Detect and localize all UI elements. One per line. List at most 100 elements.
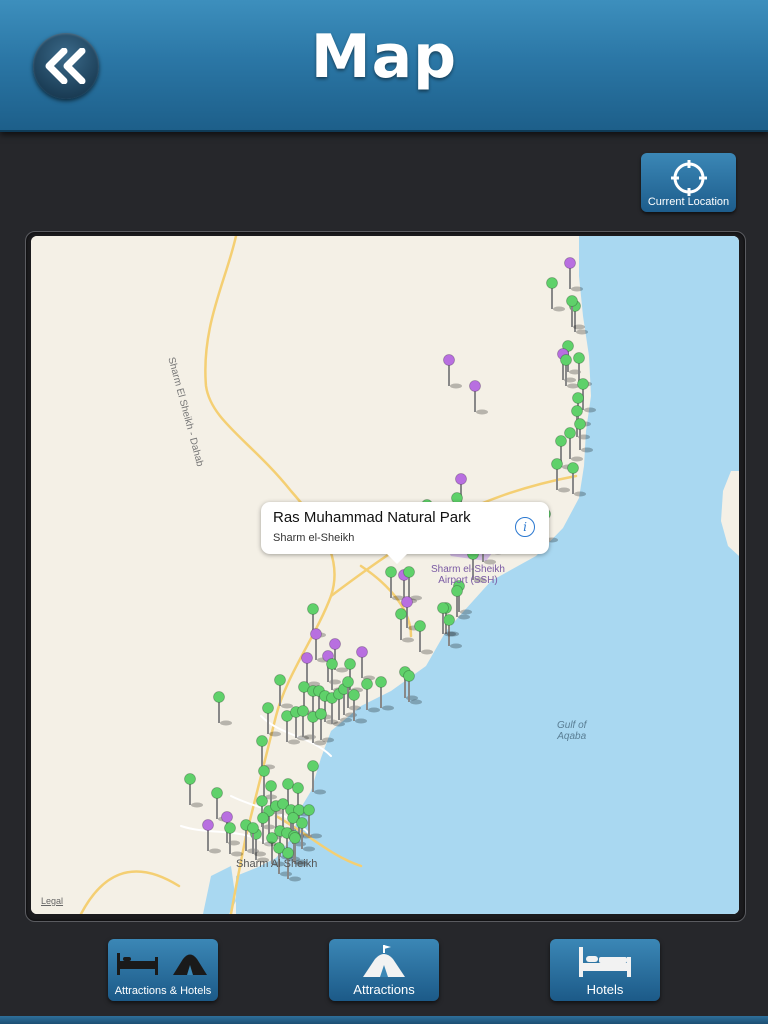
attraction-map-pin[interactable] — [224, 822, 236, 834]
map-pin-shadow — [458, 614, 470, 620]
map-pin-shadow — [288, 739, 300, 745]
attraction-map-pin[interactable] — [571, 405, 583, 417]
attraction-map-pin[interactable] — [414, 620, 426, 632]
bed-icon — [579, 947, 631, 977]
attraction-map-pin[interactable] — [385, 566, 397, 578]
map-pin-shadow — [329, 679, 341, 685]
attraction-map-pin[interactable] — [257, 812, 269, 824]
hotel-map-pin[interactable] — [301, 652, 313, 664]
map-canvas[interactable] — [31, 236, 739, 914]
map-pin-shadow — [460, 609, 472, 615]
attraction-map-pin[interactable] — [348, 689, 360, 701]
map-view[interactable]: Sharm El Sheikh - Dahab Sharm el-Sheikh … — [31, 236, 739, 914]
attraction-map-pin[interactable] — [303, 804, 315, 816]
hotel-map-pin[interactable] — [401, 596, 413, 608]
attraction-map-pin[interactable] — [265, 780, 277, 792]
map-callout[interactable]: Ras Muhammad Natural Park Sharm el-Sheik… — [261, 502, 549, 564]
attraction-map-pin[interactable] — [307, 603, 319, 615]
attraction-map-pin[interactable] — [577, 378, 589, 390]
attraction-map-pin[interactable] — [342, 676, 354, 688]
attraction-map-pin[interactable] — [282, 778, 294, 790]
attraction-map-pin[interactable] — [546, 277, 558, 289]
map-pin-shadow — [476, 409, 488, 415]
attraction-map-pin[interactable] — [326, 658, 338, 670]
attraction-map-pin[interactable] — [555, 435, 567, 447]
gulf-label: Gulf of Aqaba — [557, 720, 586, 742]
map-pin-shadow — [269, 731, 281, 737]
attraction-map-pin[interactable] — [292, 782, 304, 794]
attraction-map-pin[interactable] — [443, 614, 455, 626]
attraction-map-pin[interactable] — [403, 670, 415, 682]
attraction-map-pin[interactable] — [211, 787, 223, 799]
attraction-map-pin[interactable] — [573, 352, 585, 364]
map-pin-shadow — [410, 699, 422, 705]
map-pin-shadow — [553, 306, 565, 312]
tab-attractions[interactable]: Attractions — [329, 939, 439, 1001]
hotel-map-pin[interactable] — [469, 380, 481, 392]
map-pin-shadow — [220, 720, 232, 726]
hotel-map-pin[interactable] — [310, 628, 322, 640]
attraction-map-pin[interactable] — [258, 765, 270, 777]
map-pin-shadow — [558, 487, 570, 493]
map-pin-shadow — [450, 383, 462, 389]
attraction-map-pin[interactable] — [315, 708, 327, 720]
map-pin-shadow — [382, 705, 394, 711]
gulf-label-line1: Gulf of — [557, 720, 587, 731]
map-pin-shadow — [345, 712, 357, 718]
tab-label: Attractions & Hotels — [114, 985, 212, 997]
map-pin-shadow — [191, 802, 203, 808]
attraction-map-pin[interactable] — [297, 705, 309, 717]
attraction-map-pin[interactable] — [247, 822, 259, 834]
attraction-map-pin[interactable] — [564, 427, 576, 439]
tab-attractions-hotels[interactable]: Attractions & Hotels — [108, 939, 218, 1001]
legal-link[interactable]: Legal — [41, 896, 63, 906]
attraction-map-pin[interactable] — [184, 773, 196, 785]
hotel-map-pin[interactable] — [564, 257, 576, 269]
attraction-map-pin[interactable] — [344, 658, 356, 670]
attraction-map-pin[interactable] — [361, 678, 373, 690]
attraction-map-pin[interactable] — [256, 795, 268, 807]
map-pin-shadow — [304, 734, 316, 740]
attraction-map-pin[interactable] — [375, 676, 387, 688]
map-pin-shadow — [340, 717, 352, 723]
map-pin-shadow — [355, 718, 367, 724]
hotel-map-pin[interactable] — [221, 811, 233, 823]
attraction-map-pin[interactable] — [395, 608, 407, 620]
current-location-button[interactable]: Current Location — [641, 153, 736, 212]
hotel-map-pin[interactable] — [455, 473, 467, 485]
hotel-map-pin[interactable] — [202, 819, 214, 831]
callout-subtitle: Sharm el-Sheikh — [273, 532, 355, 544]
attraction-map-pin[interactable] — [256, 735, 268, 747]
attraction-map-pin[interactable] — [262, 702, 274, 714]
attraction-map-pin[interactable] — [437, 602, 449, 614]
map-pin-shadow — [280, 871, 292, 877]
attraction-map-pin[interactable] — [307, 760, 319, 772]
map-pin-shadow — [421, 649, 433, 655]
airport-label-line1: Sharm el-Sheikh — [431, 564, 505, 575]
attraction-map-pin[interactable] — [567, 462, 579, 474]
attraction-map-pin[interactable] — [403, 566, 415, 578]
attraction-map-pin[interactable] — [551, 458, 563, 470]
attraction-map-pin[interactable] — [572, 392, 584, 404]
map-pin-shadow — [450, 643, 462, 649]
tab-hotels[interactable]: Hotels — [550, 939, 660, 1001]
attraction-map-pin[interactable] — [296, 817, 308, 829]
hotel-map-pin[interactable] — [329, 638, 341, 650]
callout-title: Ras Muhammad Natural Park — [273, 509, 471, 526]
attraction-map-pin[interactable] — [289, 832, 301, 844]
attraction-map-pin[interactable] — [282, 847, 294, 859]
bed-and-tent-icon — [117, 953, 207, 975]
attraction-map-pin[interactable] — [213, 691, 225, 703]
map-pin-shadow — [571, 286, 583, 292]
hotel-map-pin[interactable] — [443, 354, 455, 366]
attraction-map-pin[interactable] — [566, 295, 578, 307]
map-pin-shadow — [576, 329, 588, 335]
attraction-map-pin[interactable] — [560, 354, 572, 366]
attraction-map-pin[interactable] — [274, 674, 286, 686]
attraction-map-pin[interactable] — [574, 418, 586, 430]
attraction-map-pin[interactable] — [451, 585, 463, 597]
hotel-map-pin[interactable] — [356, 646, 368, 658]
map-pin-shadow — [581, 447, 593, 453]
info-icon[interactable]: i — [515, 517, 535, 537]
map-pin-shadow — [574, 491, 586, 497]
